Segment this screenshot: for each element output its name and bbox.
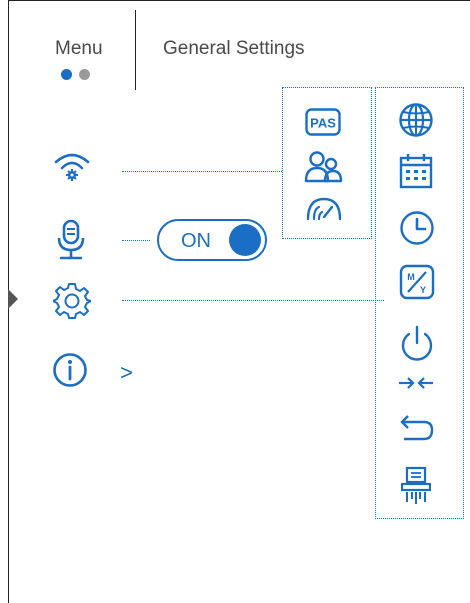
wireless-gauge-icon[interactable]: [305, 195, 343, 221]
toggle-knob: [229, 224, 261, 256]
info-chevron[interactable]: >: [120, 360, 133, 386]
wifi-settings-icon[interactable]: [52, 150, 92, 184]
tab-divider: [135, 10, 136, 90]
pas-icon[interactable]: PAS: [305, 108, 341, 136]
toggle-label: ON: [181, 230, 211, 252]
info-icon[interactable]: [52, 352, 88, 388]
gear-connector-line: [122, 300, 384, 301]
general-submenu-box: [375, 87, 464, 519]
arrows-inward-icon[interactable]: [398, 374, 434, 392]
undo-arrow-icon[interactable]: [398, 414, 436, 444]
shredder-icon[interactable]: [401, 466, 431, 506]
page-dot-active: [61, 69, 72, 80]
units-label-top: M: [407, 272, 415, 282]
users-icon[interactable]: [304, 150, 344, 184]
page-dot-inactive: [79, 69, 90, 80]
clock-icon[interactable]: [399, 210, 435, 246]
tab-menu[interactable]: Menu: [55, 38, 103, 60]
units-label-bottom: Y: [420, 285, 426, 295]
gear-icon[interactable]: [53, 282, 91, 320]
pas-label: PAS: [310, 116, 336, 131]
units-icon[interactable]: M Y: [399, 264, 435, 300]
wifi-connector-line: [122, 171, 282, 172]
tab-general-settings[interactable]: General Settings: [163, 38, 305, 60]
calendar-icon[interactable]: [399, 153, 433, 189]
microphone-icon[interactable]: [55, 218, 87, 262]
microphone-connector-line: [122, 240, 150, 241]
selection-pointer: [8, 289, 18, 309]
microphone-toggle[interactable]: ON: [157, 219, 267, 261]
power-icon[interactable]: [400, 325, 434, 363]
globe-icon[interactable]: [398, 102, 434, 138]
